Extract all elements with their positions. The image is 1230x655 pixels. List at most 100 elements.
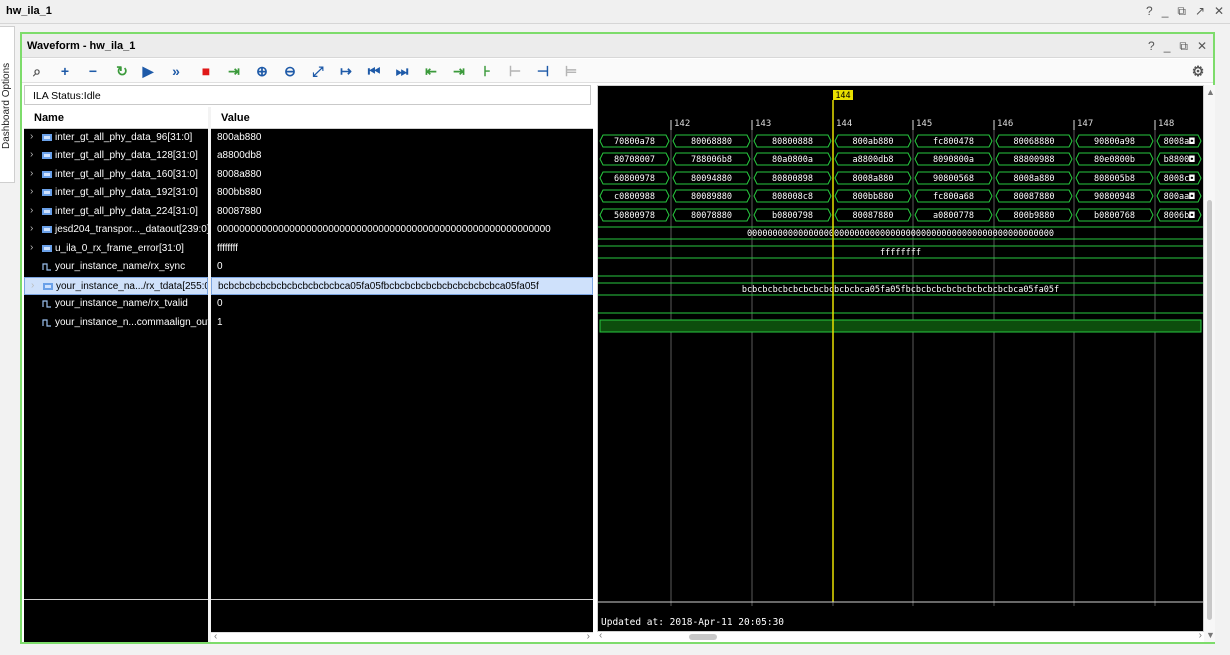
- signal-value: 80087880: [217, 206, 262, 217]
- settings-icon[interactable]: ⚙: [1190, 63, 1206, 79]
- signal-value: 8008a880: [217, 169, 262, 180]
- ruler-tick-label: 142: [674, 119, 690, 129]
- bus-row-1-value: b8800◘: [1164, 155, 1196, 165]
- prev-transition-icon[interactable]: ⇤: [423, 63, 439, 79]
- signal-name-row[interactable]: your_instance_name/rx_tvalid: [24, 295, 208, 313]
- wave-scroll-right-icon[interactable]: ›: [1199, 630, 1202, 641]
- dashboard-options-tab[interactable]: Dashboard Options: [0, 26, 15, 183]
- signal-name-row[interactable]: › jesd204_transpor..._dataout[239:0]: [24, 221, 208, 239]
- refresh-icon[interactable]: ↻: [114, 63, 130, 79]
- run-immediate-icon[interactable]: »: [168, 63, 184, 79]
- bus-row-3-value: 808008c8: [772, 192, 813, 202]
- wave-scroll-thumb[interactable]: [689, 634, 717, 640]
- signal-name-row[interactable]: › inter_gt_all_phy_data_224[31:0]: [24, 203, 208, 221]
- signal-value-row[interactable]: 1: [211, 314, 593, 332]
- bus-row-3-value: 800aa◘: [1164, 192, 1196, 202]
- commaalign-high: [599, 319, 1202, 333]
- help-icon[interactable]: ?: [1146, 4, 1153, 19]
- expand-chevron-icon[interactable]: ›: [30, 168, 38, 179]
- bus-row-3-value: 80087880: [1014, 192, 1055, 202]
- bus-row-0-value: 80800888: [772, 137, 813, 147]
- waveform-vertical-scrollbar[interactable]: ▲ ▼: [1204, 85, 1215, 642]
- expand-chevron-icon[interactable]: ›: [31, 280, 39, 291]
- signal-name: your_instance_n...commaalign_out: [55, 317, 208, 328]
- signal-name-row[interactable]: › inter_gt_all_phy_data_192[31:0]: [24, 184, 208, 202]
- signal-name: your_instance_name/rx_sync: [55, 261, 186, 272]
- signal-value-row[interactable]: 80087880: [211, 203, 593, 221]
- goto-cursor-icon[interactable]: ↦: [338, 63, 354, 79]
- minimize-icon[interactable]: _: [1162, 4, 1169, 19]
- scroll-down-icon[interactable]: ▼: [1206, 630, 1215, 640]
- expand-chevron-icon[interactable]: ›: [30, 149, 38, 160]
- expand-chevron-icon[interactable]: ›: [30, 186, 38, 197]
- export-icon[interactable]: ⇥: [226, 63, 242, 79]
- waveform-horizontal-scrollbar[interactable]: ‹ ›: [597, 630, 1204, 642]
- panel-help-icon[interactable]: ?: [1148, 39, 1155, 54]
- bus-row-4-value: 80087880: [853, 211, 894, 221]
- signal-value-row[interactable]: 800ab880: [211, 129, 593, 147]
- signal-name-row[interactable]: › your_instance_na.../rx_tdata[255:0]: [24, 277, 208, 295]
- signal-name: u_ila_0_rx_frame_error[31:0]: [55, 243, 184, 254]
- signal-name-row[interactable]: › inter_gt_all_phy_data_160[31:0]: [24, 166, 208, 184]
- panel-close-icon[interactable]: ✕: [1197, 39, 1207, 54]
- panel-restore-icon[interactable]: ⧉: [1179, 39, 1188, 54]
- bus-row-0-value: 80068880: [691, 137, 732, 147]
- signal-name-row[interactable]: › inter_gt_all_phy_data_128[31:0]: [24, 147, 208, 165]
- add-marker-icon[interactable]: ⊦: [479, 63, 495, 79]
- add-icon[interactable]: +: [57, 63, 73, 79]
- bus-signal-icon: [42, 170, 52, 179]
- goto-start-icon[interactable]: ⏮: [366, 63, 382, 79]
- signal-name-row[interactable]: › u_ila_0_rx_frame_error[31:0]: [24, 240, 208, 258]
- signal-name-row[interactable]: your_instance_n...commaalign_out: [24, 314, 208, 332]
- bus-row-2-value: 8008a880: [1014, 174, 1055, 184]
- remove-icon[interactable]: −: [85, 63, 101, 79]
- search-icon[interactable]: ⌕: [29, 63, 45, 79]
- waveform-canvas[interactable]: 142 143 144 145 146 147 148 70800a78 80068880 808…: [597, 85, 1204, 632]
- signal-value-row[interactable]: a8800db8: [211, 147, 593, 165]
- signal-value-row[interactable]: 8008a880: [211, 166, 593, 184]
- stop-icon[interactable]: ■: [198, 63, 214, 79]
- run-trigger-icon[interactable]: ▶: [140, 63, 156, 79]
- expand-chevron-icon[interactable]: ›: [30, 242, 38, 253]
- panel-minimize-icon[interactable]: _: [1164, 39, 1171, 54]
- close-icon[interactable]: ✕: [1214, 4, 1224, 19]
- goto-end-icon[interactable]: ⏭: [394, 63, 410, 79]
- expand-chevron-icon[interactable]: ›: [30, 223, 38, 234]
- bus-signal-icon: [42, 207, 52, 216]
- signal-value-row[interactable]: 800bb880: [211, 184, 593, 202]
- wave-scroll-left-icon[interactable]: ‹: [599, 630, 602, 641]
- signal-value-row[interactable]: ffffffff: [211, 240, 593, 258]
- restore-icon[interactable]: ⧉: [1177, 4, 1186, 19]
- signal-value-row[interactable]: 0000000000000000000000000000000000000000…: [211, 221, 593, 239]
- value-column-header[interactable]: Value: [211, 107, 593, 129]
- window-title-bar: hw_ila_1 ? _ ⧉ ↗ ✕: [0, 0, 1230, 24]
- zoom-fit-icon[interactable]: ⤢: [310, 63, 326, 79]
- bit-signal-icon: [42, 262, 52, 271]
- scroll-up-icon[interactable]: ▲: [1206, 87, 1215, 97]
- value-horizontal-scrollbar[interactable]: ‹ ›: [211, 631, 593, 642]
- signal-value-row[interactable]: bcbcbcbcbcbcbcbcbcbcbcbca05fa05fbcbcbcbc…: [211, 277, 593, 295]
- cursor-marker-label: 144: [835, 91, 850, 101]
- signal-name: inter_gt_all_phy_data_192[31:0]: [55, 187, 198, 198]
- signal-name: inter_gt_all_phy_data_224[31:0]: [55, 206, 198, 217]
- scroll-right-icon[interactable]: ›: [587, 631, 590, 642]
- window-title: hw_ila_1: [6, 5, 52, 17]
- wave-vscroll-thumb[interactable]: [1207, 200, 1212, 620]
- zoom-in-icon[interactable]: ⊕: [254, 63, 270, 79]
- scroll-left-icon[interactable]: ‹: [214, 631, 217, 642]
- bus-signal-icon: [43, 282, 53, 291]
- bus-row-4-value: b0800798: [772, 211, 813, 221]
- float-icon[interactable]: ↗: [1195, 4, 1205, 19]
- zoom-out-icon[interactable]: ⊖: [282, 63, 298, 79]
- signal-value-row[interactable]: 0: [211, 295, 593, 313]
- expand-chevron-icon[interactable]: ›: [30, 131, 38, 142]
- signal-value: ffffffff: [217, 243, 238, 254]
- signal-name-row[interactable]: your_instance_name/rx_sync: [24, 258, 208, 276]
- signal-value-row[interactable]: 0: [211, 258, 593, 276]
- next-transition-icon[interactable]: ⇥: [451, 63, 467, 79]
- expand-chevron-icon[interactable]: ›: [30, 205, 38, 216]
- signal-name-row[interactable]: › inter_gt_all_phy_data_96[31:0]: [24, 129, 208, 147]
- name-column-header[interactable]: Name: [24, 107, 208, 129]
- next-marker-icon[interactable]: ⊣: [535, 63, 551, 79]
- bus-signal-icon: [42, 151, 52, 160]
